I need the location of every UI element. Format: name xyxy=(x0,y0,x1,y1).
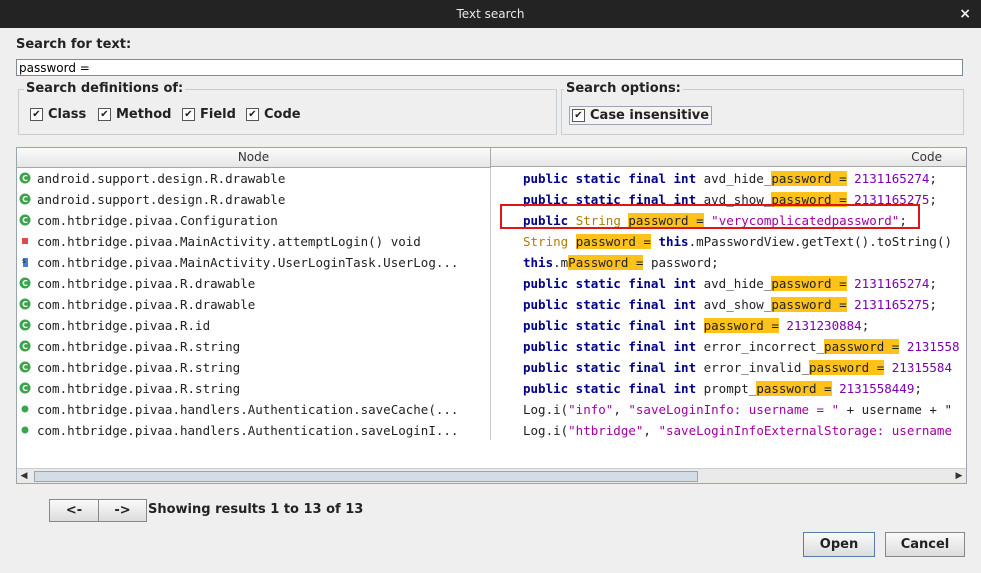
check-icon: ✔ xyxy=(98,108,111,121)
inner-class-icon: s xyxy=(22,257,28,267)
node-label: com.htbridge.pivaa.handlers.Authenticati… xyxy=(37,423,459,438)
node-label: com.htbridge.pivaa.MainActivity.attemptL… xyxy=(37,234,421,249)
svg-text:C: C xyxy=(22,384,28,393)
open-button[interactable]: Open xyxy=(803,532,875,557)
svg-text:C: C xyxy=(22,321,28,330)
table-row[interactable]: Candroid.support.design.R.drawable xyxy=(17,168,490,189)
table-row[interactable]: Ccom.htbridge.pivaa.R.string xyxy=(17,357,490,378)
checkbox-method[interactable]: ✔ Method xyxy=(98,107,171,122)
node-label: com.htbridge.pivaa.handlers.Authenticati… xyxy=(37,402,459,417)
column-divider xyxy=(490,168,491,440)
check-icon: ✔ xyxy=(182,108,195,121)
code-line[interactable]: public static final int avd_hide_passwor… xyxy=(523,168,937,189)
node-label: com.htbridge.pivaa.R.string xyxy=(37,360,241,375)
scrollbar-thumb[interactable] xyxy=(34,471,698,482)
public-method-icon xyxy=(21,426,29,434)
class-icon: C xyxy=(19,298,31,310)
close-icon[interactable]: × xyxy=(959,0,971,28)
svg-text:C: C xyxy=(22,279,28,288)
window-title: Text search xyxy=(456,7,525,21)
code-line[interactable]: this.mPassword = password; xyxy=(523,252,719,273)
definitions-label: Search definitions of: xyxy=(24,81,186,96)
scroll-right-icon[interactable]: ▶ xyxy=(952,469,966,483)
code-line[interactable]: Log.i("info", "saveLoginInfo: username =… xyxy=(523,399,952,420)
class-icon: C xyxy=(19,319,31,331)
class-icon: C xyxy=(19,277,31,289)
table-row[interactable]: s com.htbridge.pivaa.MainActivity.UserLog… xyxy=(17,252,490,273)
search-label: Search for text: xyxy=(16,37,132,52)
node-label: com.htbridge.pivaa.R.drawable xyxy=(37,297,256,312)
results-table[interactable]: Node Code Candroid.support.design.R.draw… xyxy=(16,147,967,484)
node-label: android.support.design.R.drawable xyxy=(37,171,286,186)
code-line[interactable]: String password = this.mPasswordView.get… xyxy=(523,231,952,252)
svg-text:s: s xyxy=(22,257,26,265)
class-icon: C xyxy=(19,382,31,394)
checkbox-field[interactable]: ✔ Field xyxy=(182,107,236,122)
node-label: com.htbridge.pivaa.R.string xyxy=(37,339,241,354)
code-line[interactable]: Log.i("htbridge", "saveLoginInfoExternal… xyxy=(523,420,952,440)
class-icon: C xyxy=(19,361,31,373)
title-bar: Text search × xyxy=(0,0,981,28)
class-icon: C xyxy=(19,172,31,184)
svg-text:C: C xyxy=(22,300,28,309)
check-icon: ✔ xyxy=(572,109,585,122)
code-line[interactable]: public static final int error_invalid_pa… xyxy=(523,357,952,378)
checkbox-case-insensitive[interactable]: ✔ Case insensitive xyxy=(569,106,713,125)
column-header-code[interactable]: Code xyxy=(491,148,966,167)
node-label: com.htbridge.pivaa.R.drawable xyxy=(37,276,256,291)
table-row[interactable]: com.htbridge.pivaa.handlers.Authenticati… xyxy=(17,399,490,420)
code-line[interactable]: public static final int avd_hide_passwor… xyxy=(523,273,937,294)
column-header-node[interactable]: Node xyxy=(17,148,491,168)
table-row[interactable]: Ccom.htbridge.pivaa.R.drawable xyxy=(17,273,490,294)
class-icon: C xyxy=(19,193,31,205)
svg-text:C: C xyxy=(22,363,28,372)
svg-text:C: C xyxy=(22,174,28,183)
table-row[interactable]: Ccom.htbridge.pivaa.Configuration xyxy=(17,210,490,231)
results-status: Showing results 1 to 13 of 13 xyxy=(148,502,364,517)
table-row[interactable]: Candroid.support.design.R.drawable xyxy=(17,189,490,210)
code-line[interactable]: public static final int password = 21312… xyxy=(523,315,869,336)
check-icon: ✔ xyxy=(30,108,43,121)
public-method-icon xyxy=(21,405,29,413)
node-label: com.htbridge.pivaa.R.string xyxy=(37,381,241,396)
highlight-box xyxy=(500,204,920,229)
code-line[interactable]: public static final int error_incorrect_… xyxy=(523,336,960,357)
svg-text:C: C xyxy=(22,195,28,204)
prev-page-button[interactable]: <- xyxy=(49,499,99,522)
svg-text:C: C xyxy=(22,342,28,351)
class-icon: C xyxy=(19,340,31,352)
table-row[interactable]: Ccom.htbridge.pivaa.R.drawable xyxy=(17,294,490,315)
search-options-label: Search options: xyxy=(564,81,683,96)
table-row[interactable]: com.htbridge.pivaa.MainActivity.attemptL… xyxy=(17,231,490,252)
table-row[interactable]: Ccom.htbridge.pivaa.R.string xyxy=(17,336,490,357)
horizontal-scrollbar[interactable]: ◀ ▶ xyxy=(17,468,966,483)
class-icon: C xyxy=(19,214,31,226)
code-line[interactable]: public static final int prompt_password … xyxy=(523,378,922,399)
table-row[interactable]: com.htbridge.pivaa.handlers.Authenticati… xyxy=(17,420,490,441)
node-label: com.htbridge.pivaa.Configuration xyxy=(37,213,278,228)
node-label: android.support.design.R.drawable xyxy=(37,192,286,207)
check-icon: ✔ xyxy=(246,108,259,121)
private-method-icon xyxy=(22,238,28,244)
checkbox-class[interactable]: ✔ Class xyxy=(30,107,86,122)
scroll-left-icon[interactable]: ◀ xyxy=(17,469,31,483)
code-line[interactable]: public static final int avd_show_passwor… xyxy=(523,294,937,315)
table-row[interactable]: Ccom.htbridge.pivaa.R.string xyxy=(17,378,490,399)
node-label: com.htbridge.pivaa.R.id xyxy=(37,318,211,333)
cancel-button[interactable]: Cancel xyxy=(885,532,965,557)
svg-text:C: C xyxy=(22,216,28,225)
node-label: com.htbridge.pivaa.MainActivity.UserLogi… xyxy=(37,255,459,270)
table-row[interactable]: Ccom.htbridge.pivaa.R.id xyxy=(17,315,490,336)
next-page-button[interactable]: -> xyxy=(98,499,147,522)
search-input[interactable]: password = xyxy=(16,59,963,76)
checkbox-code[interactable]: ✔ Code xyxy=(246,107,301,122)
